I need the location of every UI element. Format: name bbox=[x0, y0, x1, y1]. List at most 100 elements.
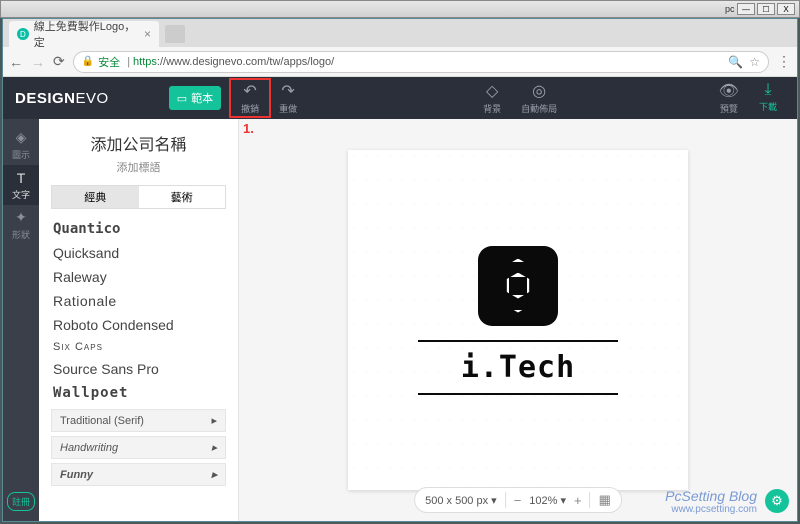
text-icon: T bbox=[17, 170, 26, 186]
favicon-icon: D bbox=[17, 28, 29, 40]
new-tab-button[interactable] bbox=[165, 25, 185, 43]
chevron-right-icon: ▸ bbox=[211, 414, 217, 427]
download-button[interactable]: ⤓ 下載 bbox=[751, 81, 785, 115]
fit-screen-button[interactable]: ▦ bbox=[599, 492, 611, 508]
url-rest: ://www.designevo.com/tw/apps/logo/ bbox=[157, 56, 334, 68]
side-tabs: ◈ 圖示 T 文字 ✦ 形狀 註冊 bbox=[3, 119, 39, 521]
font-item[interactable]: Wallpoet bbox=[51, 381, 226, 405]
annotation-1: 1. bbox=[243, 121, 254, 136]
font-item[interactable]: Quantico bbox=[51, 217, 226, 241]
app-header: DESIGNEVO ▭ 範本 ↶ 撤銷 ↷ 重做 ◇ 背景 bbox=[3, 77, 797, 119]
chevron-right-icon: ▸ bbox=[211, 441, 217, 454]
app-root: DESIGNEVO ▭ 範本 ↶ 撤銷 ↷ 重做 ◇ 背景 bbox=[3, 77, 797, 521]
zoom-level-label: 102% bbox=[529, 495, 557, 507]
sidetab-icon-label: 圖示 bbox=[12, 148, 30, 161]
forward-button[interactable]: → bbox=[31, 54, 45, 70]
background-button[interactable]: ◇ 背景 bbox=[475, 81, 509, 115]
left-panel: 添加公司名稱 添加標語 經典 藝術 Quantico Quicksand Ral… bbox=[39, 119, 239, 521]
brand-design: DESIGN bbox=[15, 90, 76, 107]
zoom-out-button[interactable]: − bbox=[514, 493, 522, 508]
layout-button[interactable]: ◎ 自動佈局 bbox=[513, 81, 565, 115]
search-icon[interactable]: 🔍 bbox=[728, 55, 743, 69]
chevron-right-icon: ▸ bbox=[211, 468, 217, 481]
template-button[interactable]: ▭ 範本 bbox=[169, 86, 221, 110]
menu-icon[interactable]: ⋮ bbox=[777, 53, 791, 70]
canvas-size-dropdown[interactable]: 500 x 500 px ▾ bbox=[425, 494, 497, 507]
divider bbox=[590, 492, 591, 508]
window-close-button[interactable]: X bbox=[777, 3, 795, 15]
redo-button[interactable]: ↷ 重做 bbox=[271, 81, 305, 115]
back-button[interactable]: ← bbox=[9, 54, 23, 70]
redo-icon: ↷ bbox=[281, 81, 294, 101]
url-https: https bbox=[133, 56, 157, 68]
sidetab-text-label: 文字 bbox=[12, 188, 30, 201]
app-body: ◈ 圖示 T 文字 ✦ 形狀 註冊 添加公司名稱 添加標語 經典 藝術 bbox=[3, 119, 797, 521]
secure-label: 安全 bbox=[98, 54, 120, 70]
font-category-label: Funny bbox=[60, 469, 93, 481]
os-titlebar: pc — ☐ X bbox=[0, 0, 800, 18]
brand-evo: EVO bbox=[76, 90, 109, 107]
hexagon-outer-icon bbox=[491, 259, 545, 313]
company-name-input[interactable]: 添加公司名稱 bbox=[51, 131, 226, 155]
font-category-serif[interactable]: Traditional (Serif) ▸ bbox=[51, 409, 226, 432]
undo-button[interactable]: ↶ 撤銷 bbox=[233, 81, 267, 115]
logo-mark[interactable] bbox=[478, 246, 558, 326]
font-tab-classic[interactable]: 經典 bbox=[52, 186, 139, 208]
font-category-label: Traditional (Serif) bbox=[60, 415, 144, 427]
register-button[interactable]: 註冊 bbox=[7, 492, 35, 511]
download-label: 下載 bbox=[759, 100, 777, 113]
sidetab-text[interactable]: T 文字 bbox=[3, 165, 39, 205]
zoom-in-button[interactable]: + bbox=[574, 493, 582, 508]
font-item[interactable]: Rationale bbox=[51, 289, 226, 313]
tab-close-icon[interactable]: × bbox=[144, 27, 151, 41]
sidetab-shape-label: 形狀 bbox=[12, 228, 30, 241]
address-bar[interactable]: 🔒 安全 | https ://www.designevo.com/tw/app… bbox=[73, 51, 769, 73]
undo-label: 撤銷 bbox=[241, 102, 259, 115]
gear-icon: ⚙ bbox=[771, 493, 783, 509]
design-canvas[interactable]: i.Tech bbox=[348, 150, 688, 490]
font-category-funny[interactable]: Funny ▸ bbox=[51, 463, 226, 486]
font-item[interactable]: Raleway bbox=[51, 265, 226, 289]
window-minimize-button[interactable]: — bbox=[737, 3, 755, 15]
sidetab-icon[interactable]: ◈ 圖示 bbox=[3, 125, 39, 165]
undo-icon: ↶ bbox=[243, 81, 256, 101]
layout-icon: ◎ bbox=[532, 81, 546, 101]
brand-logo: DESIGNEVO bbox=[15, 90, 109, 107]
titlebar-label: pc bbox=[725, 4, 735, 14]
watermark-url: www.pcsetting.com bbox=[665, 504, 757, 515]
sidetab-shape[interactable]: ✦ 形狀 bbox=[3, 205, 39, 245]
eye-icon: 👁 bbox=[719, 81, 739, 101]
zoom-level-dropdown[interactable]: 102% ▾ bbox=[529, 494, 566, 507]
preview-label: 預覽 bbox=[720, 102, 738, 115]
browser-tab[interactable]: D 線上免費製作Logo，定 × bbox=[9, 21, 159, 47]
browser-toolbar: ← → ⟳ 🔒 安全 | https ://www.designevo.com/… bbox=[3, 47, 797, 77]
slogan-input[interactable]: 添加標語 bbox=[51, 159, 226, 175]
reload-button[interactable]: ⟳ bbox=[53, 53, 65, 70]
settings-button[interactable]: ⚙ bbox=[765, 489, 789, 513]
template-label: 範本 bbox=[191, 90, 213, 106]
tab-title: 線上免費製作Logo，定 bbox=[34, 18, 144, 50]
font-item[interactable]: Six Caps bbox=[51, 337, 226, 357]
font-item[interactable]: Roboto Condensed bbox=[51, 313, 226, 337]
divider bbox=[505, 492, 506, 508]
logo-text[interactable]: i.Tech bbox=[461, 350, 575, 385]
font-tab-art[interactable]: 藝術 bbox=[139, 186, 226, 208]
font-category-handwriting[interactable]: Handwriting ▸ bbox=[51, 436, 226, 459]
browser-window: D 線上免費製作Logo，定 × ← → ⟳ 🔒 安全 | https ://w… bbox=[2, 18, 798, 522]
logo-divider-bottom[interactable] bbox=[418, 393, 618, 395]
font-category-label: Handwriting bbox=[60, 442, 118, 454]
background-icon: ◇ bbox=[486, 81, 498, 101]
layout-label: 自動佈局 bbox=[521, 102, 557, 115]
font-item[interactable]: Source Sans Pro bbox=[51, 357, 226, 381]
font-list: Quantico Quicksand Raleway Rationale Rob… bbox=[51, 217, 226, 513]
font-item[interactable]: Quicksand bbox=[51, 241, 226, 265]
star-icon[interactable]: ☆ bbox=[749, 55, 760, 69]
preview-button[interactable]: 👁 預覽 bbox=[711, 81, 747, 115]
template-icon: ▭ bbox=[177, 92, 187, 105]
window-maximize-button[interactable]: ☐ bbox=[757, 3, 775, 15]
shape-icon: ✦ bbox=[15, 209, 27, 226]
diamond-icon: ◈ bbox=[16, 129, 27, 146]
canvas-area: 1. i.Tech 500 x 500 px ▾ − 102% ▾ bbox=[239, 119, 797, 521]
lock-icon: 🔒 bbox=[82, 56, 94, 67]
logo-divider-top[interactable] bbox=[418, 340, 618, 342]
